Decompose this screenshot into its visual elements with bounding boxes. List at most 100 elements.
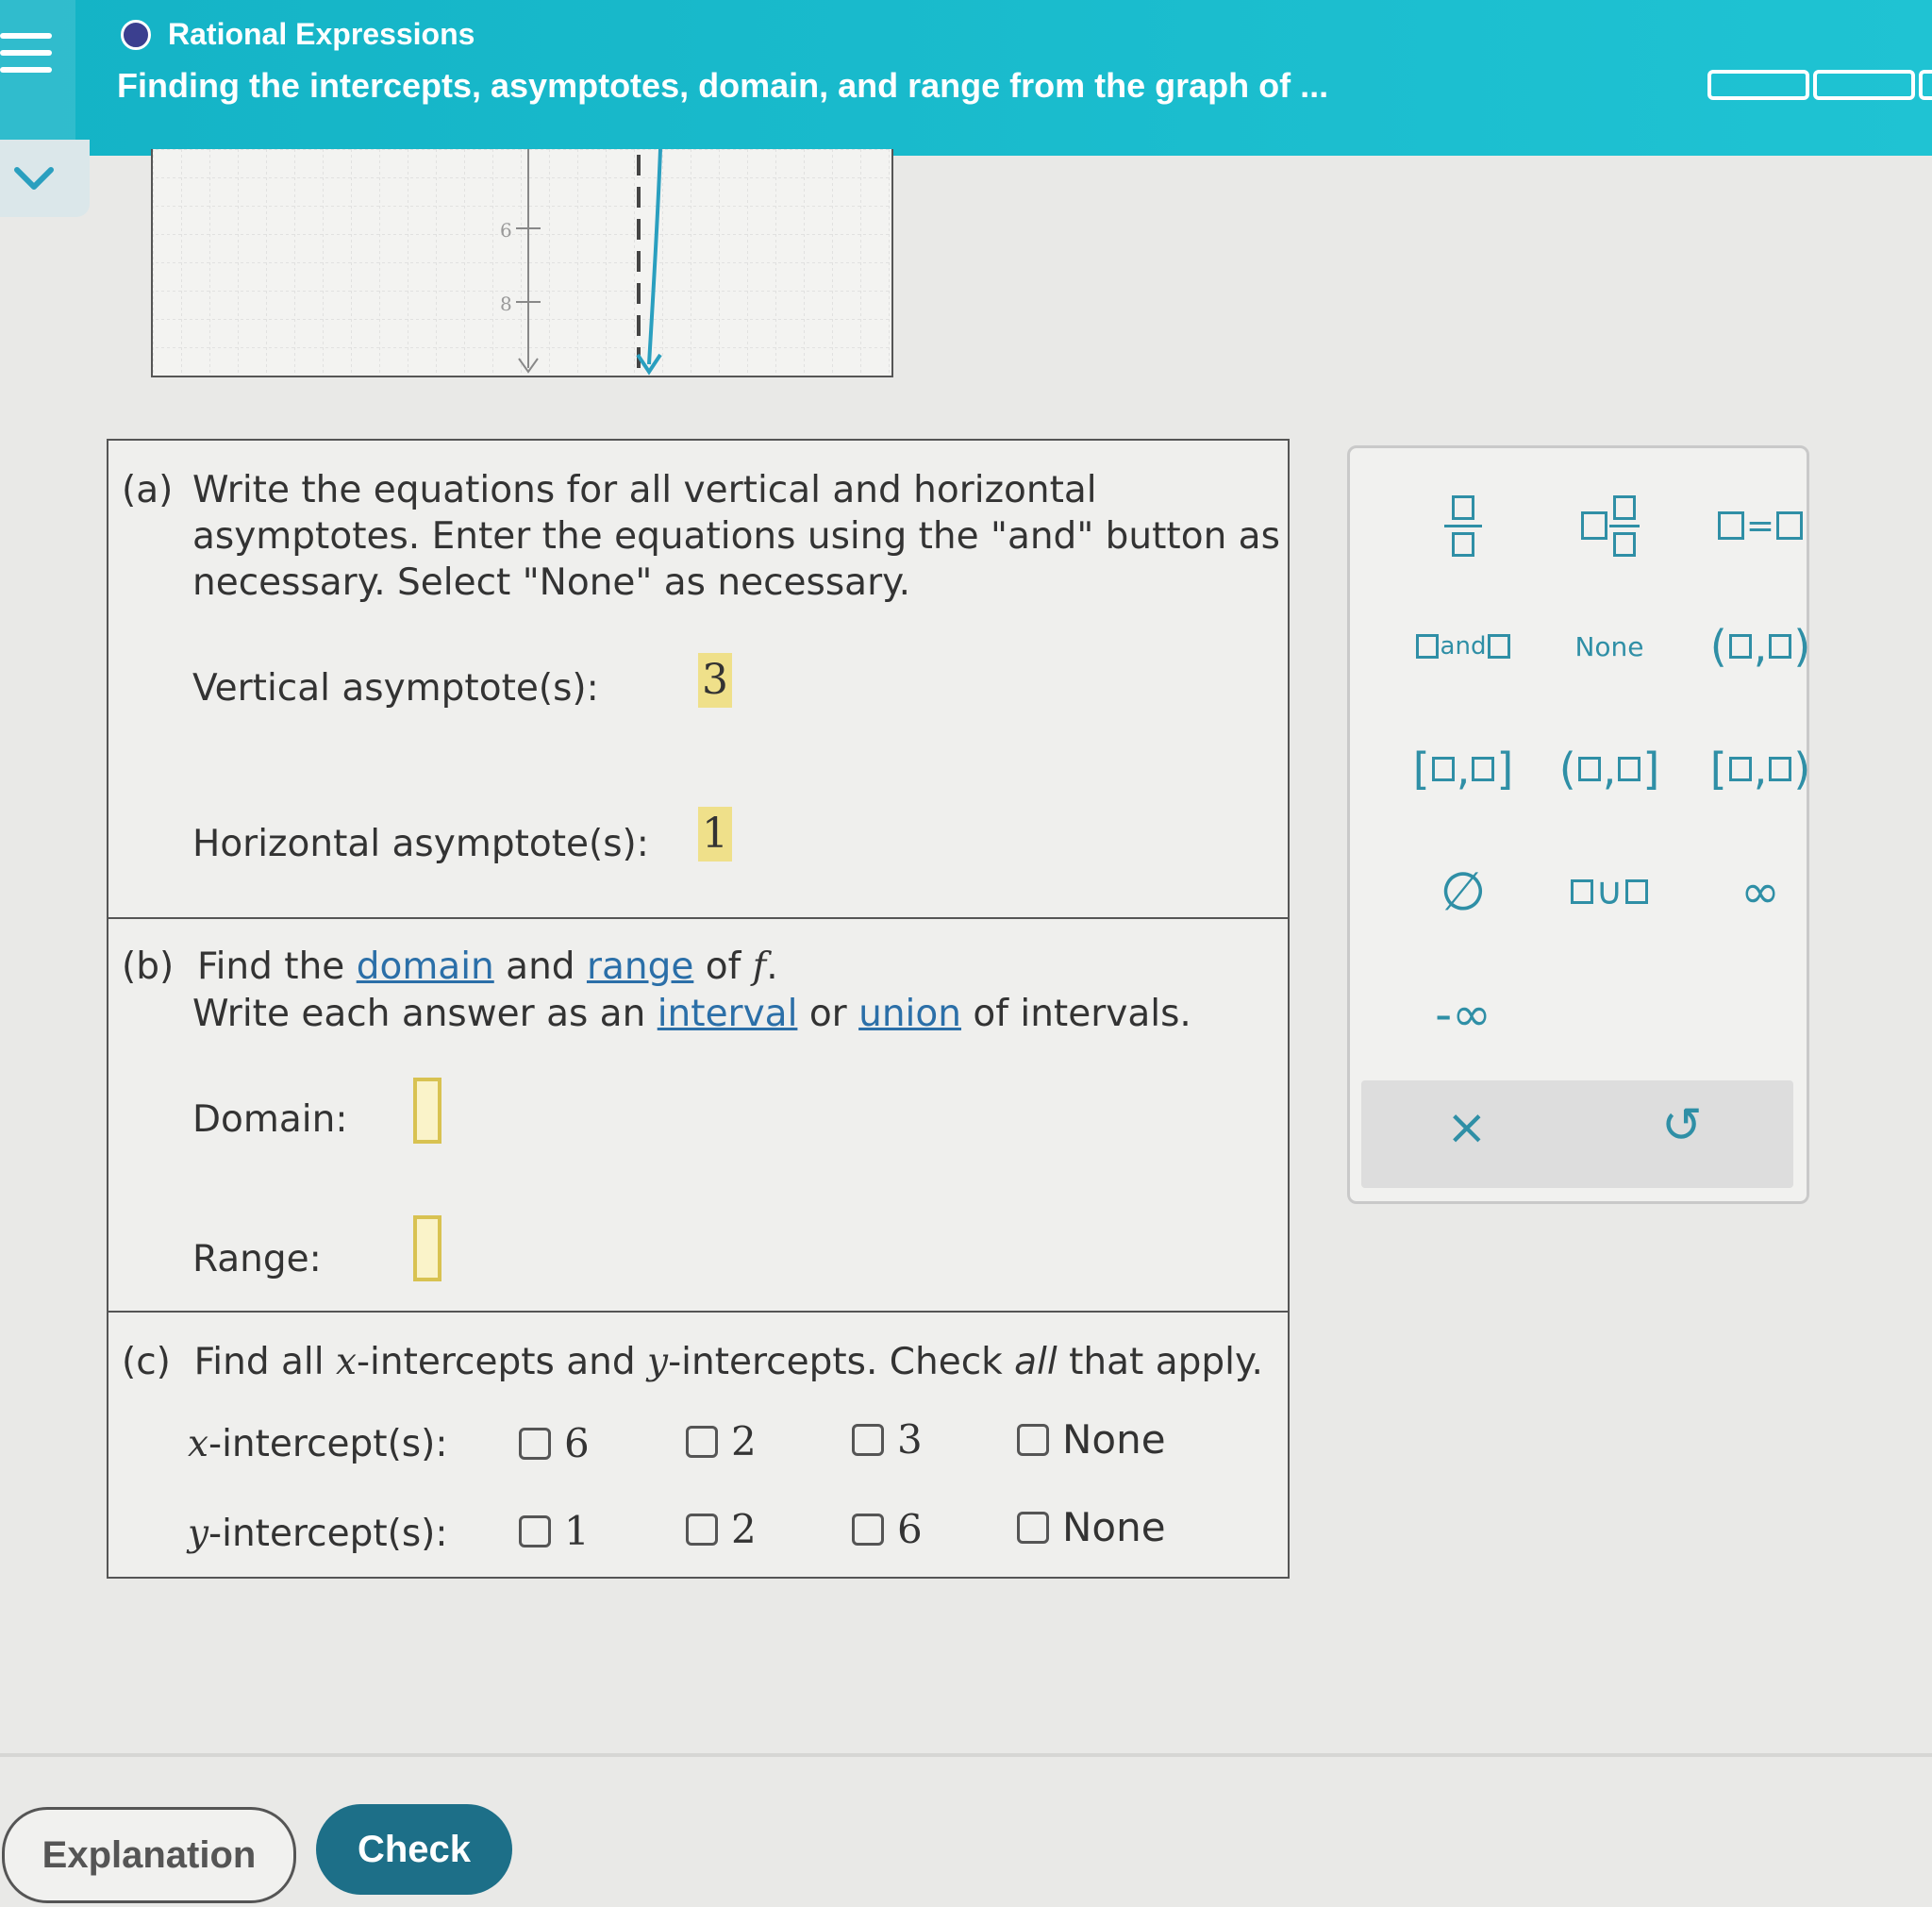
placeholder-box — [1581, 511, 1607, 540]
checkbox[interactable] — [519, 1427, 551, 1460]
equals-symbol: = — [1745, 506, 1775, 545]
horizontal-asymptote-input[interactable]: 1 — [698, 807, 732, 861]
equation-button[interactable]: = — [1694, 488, 1826, 563]
interval-link[interactable]: interval — [658, 993, 798, 1035]
paren-symbol: ) — [1793, 744, 1811, 795]
x-intercept-option[interactable]: 6 — [519, 1420, 590, 1466]
half-open-left-interval-button[interactable]: (,] — [1543, 731, 1675, 807]
placeholder-box — [1431, 757, 1455, 781]
option-label: 6 — [564, 1420, 590, 1466]
topic-status-icon — [121, 19, 151, 50]
option-label: 6 — [897, 1506, 923, 1552]
range-link[interactable]: range — [587, 945, 693, 988]
open-interval-button[interactable]: (,) — [1694, 609, 1826, 684]
union-symbol: ∪ — [1595, 870, 1624, 913]
comma-symbol: , — [1753, 744, 1768, 795]
range-input[interactable] — [413, 1215, 441, 1281]
domain-label: Domain: — [192, 1098, 348, 1141]
check-button[interactable]: Check — [316, 1804, 512, 1895]
x-intercept-option[interactable]: 2 — [686, 1418, 757, 1464]
placeholder-box — [1728, 634, 1752, 659]
negative-infinity-button[interactable]: -∞ — [1397, 977, 1529, 1052]
y-intercept-option-none[interactable]: None — [1017, 1504, 1166, 1550]
bracket-symbol: ] — [1642, 744, 1660, 795]
part-a-instructions: Write the equations for all vertical and… — [192, 469, 1097, 511]
domain-input[interactable] — [413, 1078, 441, 1144]
text: . — [766, 945, 778, 988]
checkbox[interactable] — [852, 1423, 884, 1456]
placeholder-box — [1452, 494, 1474, 520]
part-c: (c) Find all x-intercepts and y-intercep… — [108, 1311, 1288, 1577]
part-a-instructions: asymptotes. Enter the equations using th… — [192, 515, 1280, 558]
checkbox[interactable] — [686, 1513, 718, 1546]
function-graph: 6 8 — [151, 149, 893, 377]
comma-symbol: , — [1753, 621, 1768, 672]
y-tick-label: 8 — [500, 293, 512, 315]
y-intercept-option[interactable]: 1 — [519, 1508, 590, 1554]
mixed-fraction-icon — [1609, 494, 1640, 557]
checkbox[interactable] — [852, 1513, 884, 1546]
text: -intercept(s): — [208, 1423, 448, 1465]
checkbox[interactable] — [1017, 1511, 1049, 1544]
placeholder-box — [1488, 634, 1511, 659]
undo-button[interactable]: ↺ — [1661, 1097, 1703, 1154]
checkbox[interactable] — [1017, 1423, 1049, 1456]
part-a-label: (a) — [122, 469, 174, 511]
empty-set-icon: ∅ — [1440, 861, 1487, 923]
placeholder-box — [1717, 511, 1744, 540]
text: or — [808, 993, 847, 1035]
fraction-button[interactable] — [1397, 488, 1529, 563]
infinity-button[interactable]: ∞ — [1694, 854, 1826, 929]
and-label: and — [1440, 632, 1487, 661]
placeholder-box — [1415, 634, 1439, 659]
paren-symbol: ) — [1793, 621, 1811, 672]
checkbox[interactable] — [519, 1514, 551, 1547]
part-c-instructions: (c) Find all x-intercepts and y-intercep… — [122, 1341, 1263, 1383]
option-label: 2 — [731, 1418, 757, 1464]
infinity-icon: ∞ — [1740, 864, 1780, 919]
fraction-line — [1444, 524, 1482, 527]
union-link[interactable]: union — [858, 993, 961, 1035]
x-intercept-option-none[interactable]: None — [1017, 1416, 1166, 1463]
paren-symbol: ( — [1558, 744, 1576, 795]
and-button[interactable]: and — [1397, 609, 1529, 684]
menu-button[interactable] — [0, 0, 75, 140]
part-a: (a) Write the equations for all vertical… — [108, 441, 1288, 917]
mixed-number-button[interactable] — [1543, 488, 1675, 563]
y-symbol: y — [647, 1341, 669, 1383]
closed-interval-button[interactable]: [,] — [1397, 731, 1529, 807]
union-button[interactable]: ∪ — [1543, 854, 1675, 929]
text: that apply. — [1069, 1341, 1263, 1383]
empty-set-button[interactable]: ∅ — [1397, 854, 1529, 929]
topic-row: Rational Expressions — [121, 17, 475, 52]
placeholder-box — [1577, 757, 1601, 781]
y-intercept-option[interactable]: 2 — [686, 1506, 757, 1552]
placeholder-box — [1728, 757, 1752, 781]
vertical-asymptote-input[interactable]: 3 — [698, 653, 732, 708]
placeholder-box — [1776, 511, 1804, 540]
collapse-button[interactable] — [0, 140, 90, 217]
graph-canvas: 6 8 — [153, 149, 891, 376]
domain-link[interactable]: domain — [357, 945, 494, 988]
part-b-instructions: Write each answer as an interval or unio… — [192, 993, 1191, 1035]
progress-segment — [1707, 70, 1809, 100]
bracket-symbol: [ — [1412, 744, 1430, 795]
topic-title: Rational Expressions — [168, 17, 475, 51]
y-intercept-option[interactable]: 6 — [852, 1506, 923, 1552]
option-label: None — [1062, 1504, 1166, 1550]
clear-button[interactable]: × — [1446, 1099, 1488, 1156]
x-symbol: x — [188, 1423, 208, 1465]
placeholder-box — [1624, 879, 1648, 904]
palette-action-bar: × ↺ — [1361, 1080, 1793, 1188]
x-intercept-option[interactable]: 3 — [852, 1416, 923, 1463]
half-open-right-interval-button[interactable]: [,) — [1694, 731, 1826, 807]
none-button[interactable]: None — [1543, 609, 1675, 684]
menu-icon — [0, 33, 52, 39]
explanation-button[interactable]: Explanation — [2, 1807, 296, 1903]
placeholder-box — [1769, 757, 1792, 781]
checkbox[interactable] — [686, 1425, 718, 1458]
negative-infinity-icon: -∞ — [1435, 987, 1491, 1042]
text: Find all — [193, 1341, 325, 1383]
menu-icon-bar — [0, 67, 52, 73]
menu-icon-bar — [0, 50, 52, 56]
